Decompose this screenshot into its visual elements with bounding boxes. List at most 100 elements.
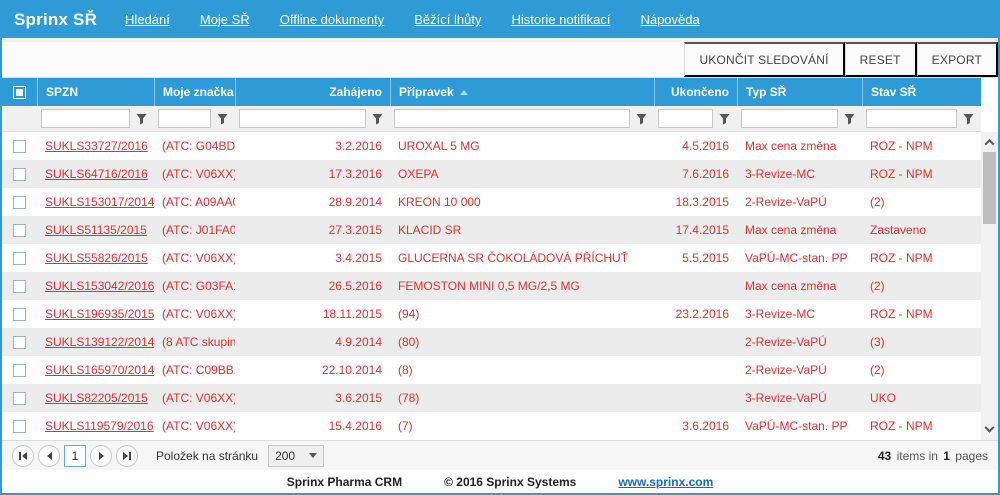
nav-link-hled-n-[interactable]: Hledání (125, 12, 170, 27)
page-size-value: 200 (275, 449, 295, 463)
filter-icon[interactable] (133, 109, 150, 128)
nav-link-n-pov-da[interactable]: Nápověda (640, 12, 699, 27)
page-size-dropdown[interactable]: 200 (268, 445, 324, 467)
cell-zahajeno: 18.11.2015 (235, 307, 390, 321)
column-header-spzn[interactable]: SPZN (37, 78, 154, 106)
cell-stav-sr: (3) (862, 335, 981, 349)
filter-input-ukonceno[interactable] (658, 109, 713, 128)
next-page-button[interactable] (90, 445, 112, 467)
filter-input-zahajeno[interactable] (239, 109, 366, 128)
cell-pripravek: (8) (390, 363, 654, 377)
column-header-typ[interactable]: Typ SŘ (737, 78, 862, 106)
spzn-link[interactable]: SUKLS165970/2014 (37, 363, 154, 377)
filter-input-znacka[interactable] (158, 109, 211, 128)
filter-input-spzn[interactable] (41, 109, 130, 128)
spzn-link[interactable]: SUKLS82205/2015 (37, 391, 154, 405)
row-checkbox[interactable] (13, 308, 26, 321)
cell-ukonceno: 17.4.2015 (654, 223, 737, 237)
scroll-down-icon[interactable] (981, 422, 998, 438)
filter-icon[interactable] (841, 109, 858, 128)
cell-typ-sr: 2-Revize-VaPÚ (737, 335, 862, 349)
footer-link[interactable]: www.sprinx.com (618, 475, 713, 489)
app-title: Sprinx SŘ (14, 10, 97, 30)
row-checkbox[interactable] (13, 364, 26, 377)
filter-icon[interactable] (633, 109, 650, 128)
nav-link-historie-notifikac-[interactable]: Historie notifikací (511, 12, 610, 27)
column-header-pripravek[interactable]: Přípravek (390, 78, 654, 106)
filter-icon[interactable] (716, 109, 733, 128)
app-footer: Sprinx Pharma CRM © 2016 Sprinx Systems … (2, 470, 998, 493)
cell-moje-znacka: (ATC: V06XX) (154, 251, 235, 265)
row-checkbox[interactable] (13, 224, 26, 237)
nav-link-moje-s-[interactable]: Moje SŘ (200, 12, 250, 27)
row-checkbox[interactable] (13, 168, 26, 181)
spzn-link[interactable]: SUKLS119579/2016 (37, 419, 154, 433)
filter-icon[interactable] (214, 109, 231, 128)
filter-input-stav[interactable] (866, 109, 957, 128)
table-row[interactable]: SUKLS55826/2015 (ATC: V06XX) 3.4.2015 GL… (2, 244, 981, 272)
row-checkbox[interactable] (13, 252, 26, 265)
nav-link-b-c-lh-ty[interactable]: Běžící lhůty (414, 12, 481, 27)
cell-stav-sr: (2) (862, 195, 981, 209)
select-all-cell[interactable] (2, 78, 37, 106)
filter-cell-typ (737, 106, 862, 131)
table-row[interactable]: SUKLS82205/2015 (ATC: V06XX) 3.6.2015 (7… (2, 384, 981, 412)
column-header-zahajeno[interactable]: Zahájeno (235, 78, 390, 106)
prev-page-button[interactable] (38, 445, 60, 467)
scrollbar-thumb[interactable] (983, 152, 996, 224)
filter-icon[interactable] (369, 109, 386, 128)
cell-zahajeno: 17.3.2016 (235, 167, 390, 181)
reset-button[interactable]: RESET (845, 42, 917, 77)
table-row[interactable]: SUKLS64716/2016 (ATC: V06XX) 17.3.2016 O… (2, 160, 981, 188)
column-header-ukonceno[interactable]: Ukončeno (654, 78, 737, 106)
row-checkbox[interactable] (13, 280, 26, 293)
table-row[interactable]: SUKLS153017/2014 (ATC: A09AA02 28.9.2014… (2, 188, 981, 216)
nav-link-offline-dokumenty[interactable]: Offline dokumenty (280, 12, 385, 27)
first-page-button[interactable] (12, 445, 34, 467)
stop-tracking-button[interactable]: UKONČIT SLEDOVÁNÍ (684, 42, 844, 77)
spzn-link[interactable]: SUKLS139122/2014 (37, 335, 154, 349)
chevron-down-icon (309, 453, 317, 458)
last-page-button[interactable] (116, 445, 138, 467)
table-row[interactable]: SUKLS33727/2016 (ATC: G04BD04 3.2.2016 U… (2, 132, 981, 160)
scrollbar-track[interactable] (981, 132, 998, 440)
spzn-link[interactable]: SUKLS153042/2016 (37, 279, 154, 293)
column-header-znacka[interactable]: Moje značka (154, 78, 235, 106)
table-row[interactable]: SUKLS153042/2016 (ATC: G03FA14 26.5.2016… (2, 272, 981, 300)
row-checkbox[interactable] (13, 392, 26, 405)
spzn-link[interactable]: SUKLS196935/2015 (37, 307, 154, 321)
table-row[interactable]: SUKLS196935/2015 (ATC: V06XX) 18.11.2015… (2, 300, 981, 328)
table-row[interactable]: SUKLS119579/2016 (ATC: V06XX) 15.4.2016 … (2, 412, 981, 440)
cell-typ-sr: Max cena změna (737, 279, 862, 293)
column-header-stav[interactable]: Stav SŘ (862, 78, 981, 106)
filter-input-pripravek[interactable] (394, 109, 630, 128)
scroll-up-icon[interactable] (981, 134, 998, 150)
table-row[interactable]: SUKLS139122/2014 (8 ATC skupin) 4.9.2014… (2, 328, 981, 356)
footer-copyright: © 2016 Sprinx Systems (444, 475, 576, 489)
cell-typ-sr: 2-Revize-VaPÚ (737, 363, 862, 377)
spzn-link[interactable]: SUKLS51135/2015 (37, 223, 154, 237)
filter-icon[interactable] (960, 109, 977, 128)
select-all-checkbox[interactable] (13, 86, 26, 99)
row-checkbox[interactable] (13, 196, 26, 209)
vertical-scrollbar[interactable] (981, 78, 998, 440)
cell-stav-sr: UKO (862, 391, 981, 405)
scrollbar-spacer (981, 78, 998, 132)
cell-pripravek: OXEPA (390, 167, 654, 181)
spzn-link[interactable]: SUKLS153017/2014 (37, 195, 154, 209)
cell-moje-znacka: (ATC: G03FA14 (154, 279, 235, 293)
spzn-link[interactable]: SUKLS55826/2015 (37, 251, 154, 265)
filter-cell-stav (862, 106, 981, 131)
row-checkbox[interactable] (13, 140, 26, 153)
export-button[interactable]: EXPORT (917, 42, 998, 77)
spzn-link[interactable]: SUKLS33727/2016 (37, 139, 154, 153)
row-checkbox[interactable] (13, 420, 26, 433)
cell-moje-znacka: (ATC: C09BB10 (154, 363, 235, 377)
current-page-button[interactable]: 1 (64, 445, 86, 467)
table-row[interactable]: SUKLS165970/2014 (ATC: C09BB10 22.10.201… (2, 356, 981, 384)
filter-input-typ[interactable] (741, 109, 838, 128)
cell-typ-sr: Max cena změna (737, 139, 862, 153)
row-checkbox[interactable] (13, 336, 26, 349)
spzn-link[interactable]: SUKLS64716/2016 (37, 167, 154, 181)
table-row[interactable]: SUKLS51135/2015 (ATC: J01FA09) 27.3.2015… (2, 216, 981, 244)
